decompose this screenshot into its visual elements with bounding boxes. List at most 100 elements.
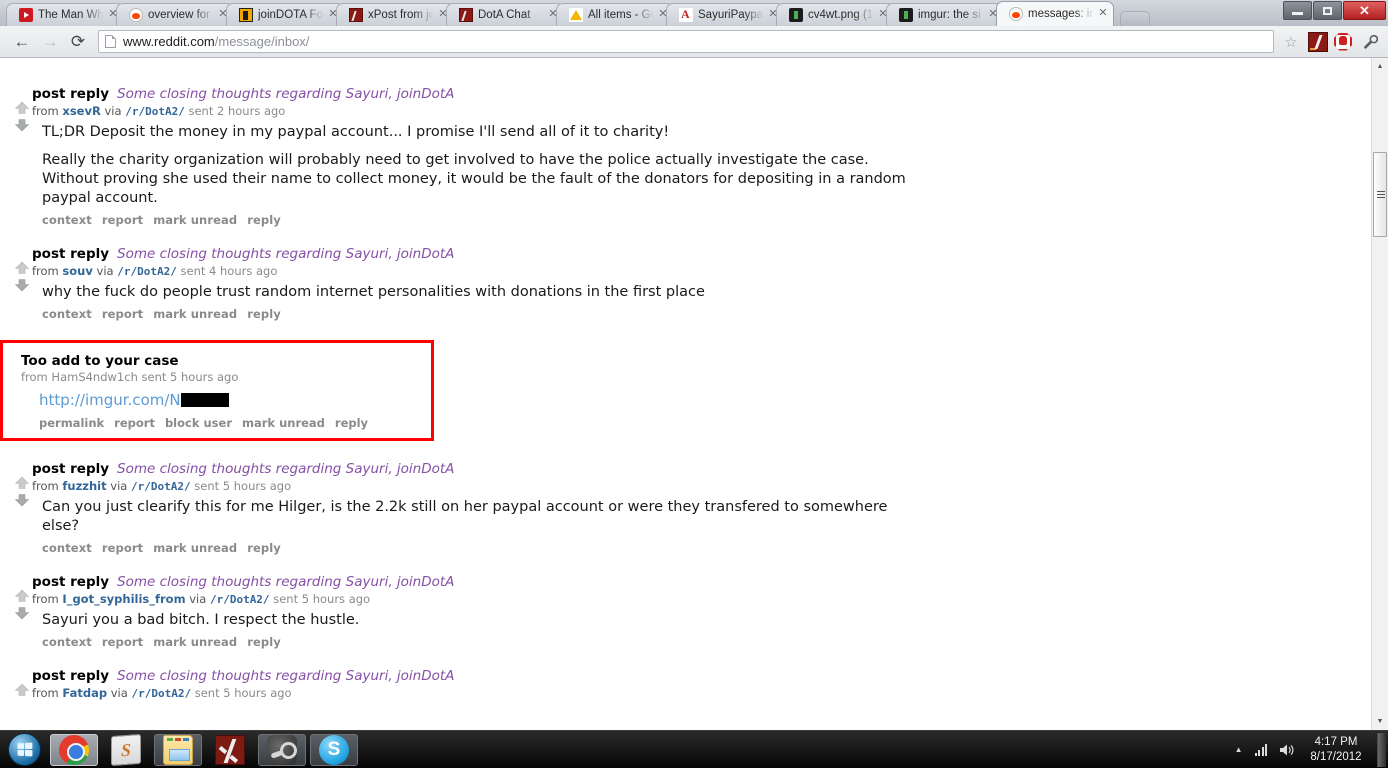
- action-link[interactable]: report: [102, 635, 143, 649]
- minimize-button[interactable]: [1283, 1, 1312, 20]
- browser-tab-2[interactable]: joinDOTA Fo✕: [226, 3, 344, 26]
- from-label: from: [32, 264, 59, 278]
- browser-tab-5[interactable]: All items - Go✕: [556, 3, 674, 26]
- dota-extension-icon[interactable]: [1308, 32, 1328, 52]
- scroll-up-icon[interactable]: ▲: [1372, 58, 1388, 75]
- action-link[interactable]: report: [102, 307, 143, 321]
- show-desktop-button[interactable]: [1377, 733, 1386, 767]
- via-label: via: [189, 592, 206, 606]
- author-link[interactable]: fuzzhit: [62, 479, 106, 493]
- action-link[interactable]: context: [42, 635, 92, 649]
- message-meta: from xsevR via /r/DotA2/ sent 2 hours ag…: [14, 103, 1340, 120]
- tab-close-icon[interactable]: ✕: [1097, 8, 1109, 20]
- action-link[interactable]: mark unread: [153, 541, 237, 555]
- action-link[interactable]: mark unread: [153, 307, 237, 321]
- downvote-arrow-icon[interactable]: [14, 278, 30, 293]
- message-body: Can you just clearify this for me Hilger…: [14, 495, 914, 536]
- close-button[interactable]: ✕: [1343, 1, 1386, 20]
- reddit-inbox-list: post reply Some closing thoughts regardin…: [0, 58, 1340, 721]
- downvote-arrow-icon[interactable]: [14, 493, 30, 508]
- downvote-arrow-icon[interactable]: [14, 118, 30, 133]
- wrench-menu-icon[interactable]: [1360, 32, 1380, 52]
- message-subject-link[interactable]: Some closing thoughts regarding Sayuri, …: [117, 461, 454, 477]
- author-link[interactable]: souv: [62, 264, 92, 278]
- taskbar-item-skype[interactable]: S: [310, 734, 358, 766]
- browser-tab-8[interactable]: imgur: the si✕: [886, 3, 1004, 26]
- upvote-arrow-icon[interactable]: [14, 589, 30, 604]
- action-link[interactable]: context: [42, 213, 92, 227]
- action-link[interactable]: mark unread: [153, 213, 237, 227]
- upvote-arrow-icon[interactable]: [14, 101, 30, 116]
- message-subject-link[interactable]: Some closing thoughts regarding Sayuri, …: [117, 668, 454, 684]
- action-link[interactable]: reply: [247, 307, 281, 321]
- author-link[interactable]: Fatdap: [62, 686, 107, 700]
- action-link[interactable]: report: [114, 416, 155, 430]
- scroll-down-icon[interactable]: ▼: [1372, 713, 1388, 730]
- from-label: from: [32, 686, 59, 700]
- browser-tab-0[interactable]: The Man Wh✕: [6, 3, 124, 26]
- action-link[interactable]: report: [102, 541, 143, 555]
- page-scrollbar[interactable]: ▲ ▼: [1371, 58, 1388, 730]
- browser-tab-3[interactable]: xPost from jo✕: [336, 3, 454, 26]
- message-paragraph: Sayuri you a bad bitch. I respect the hu…: [42, 611, 914, 630]
- document-icon: [105, 35, 116, 48]
- tray-expand-icon[interactable]: ▲: [1235, 745, 1243, 754]
- clock[interactable]: 4:17 PM 8/17/2012: [1301, 735, 1375, 765]
- action-link[interactable]: reply: [247, 541, 281, 555]
- taskbar-item-dota-2[interactable]: [206, 734, 254, 766]
- message-subject-link[interactable]: Some closing thoughts regarding Sayuri, …: [117, 246, 454, 262]
- chrome-icon: [59, 735, 89, 765]
- author-link[interactable]: HamS4ndw1ch: [51, 370, 137, 384]
- reload-button[interactable]: ⟳: [64, 28, 92, 56]
- bookmark-star-icon[interactable]: ☆: [1280, 31, 1302, 53]
- action-link[interactable]: block user: [165, 416, 232, 430]
- action-link[interactable]: permalink: [39, 416, 104, 430]
- new-tab-button[interactable]: [1120, 11, 1150, 26]
- author-link[interactable]: I_got_syphilis_from: [62, 592, 185, 606]
- maximize-button[interactable]: [1313, 1, 1342, 20]
- subreddit-link[interactable]: /r/DotA2/: [117, 265, 177, 278]
- action-link[interactable]: reply: [247, 213, 281, 227]
- browser-tab-9[interactable]: messages: inl✕: [996, 1, 1114, 26]
- network-signal-icon[interactable]: [1255, 744, 1268, 756]
- sent-time: sent 5 hours ago: [273, 592, 370, 606]
- browser-tab-6[interactable]: SayuriPaypal.✕: [666, 3, 784, 26]
- action-link[interactable]: mark unread: [153, 635, 237, 649]
- message-subject-link[interactable]: Some closing thoughts regarding Sayuri, …: [117, 86, 454, 102]
- subreddit-link[interactable]: /r/DotA2/: [210, 593, 270, 606]
- action-link[interactable]: reply: [335, 416, 368, 430]
- forward-button[interactable]: →: [36, 28, 64, 56]
- message-entry: post reply Some closing thoughts regardin…: [14, 461, 1340, 555]
- browser-tab-7[interactable]: cv4wt.png (1✕: [776, 3, 894, 26]
- imgur-link[interactable]: http://imgur.com/N: [39, 391, 181, 409]
- action-link[interactable]: reply: [247, 635, 281, 649]
- upvote-arrow-icon[interactable]: [14, 683, 30, 698]
- upvote-arrow-icon[interactable]: [14, 261, 30, 276]
- subreddit-link[interactable]: /r/DotA2/: [131, 480, 191, 493]
- subreddit-link[interactable]: /r/DotA2/: [125, 105, 185, 118]
- action-link[interactable]: mark unread: [242, 416, 325, 430]
- action-link[interactable]: context: [42, 541, 92, 555]
- adblock-icon[interactable]: [1334, 32, 1354, 52]
- sent-time: sent 5 hours ago: [142, 370, 239, 384]
- message-kind: post reply: [32, 461, 109, 477]
- upvote-arrow-icon[interactable]: [14, 476, 30, 491]
- back-button[interactable]: ←: [8, 28, 36, 56]
- message-entry: post replySome closing thoughts regardin…: [14, 668, 1340, 702]
- message-subject-link[interactable]: Some closing thoughts regarding Sayuri, …: [117, 574, 454, 590]
- address-bar[interactable]: www.reddit.com/message/inbox/: [98, 30, 1274, 53]
- downvote-arrow-icon[interactable]: [14, 606, 30, 621]
- subreddit-link[interactable]: /r/DotA2/: [131, 687, 191, 700]
- start-button[interactable]: [2, 732, 46, 768]
- action-link[interactable]: context: [42, 307, 92, 321]
- author-link[interactable]: xsevR: [62, 104, 100, 118]
- taskbar-item-sublime-text[interactable]: S: [102, 734, 150, 766]
- scrollbar-thumb[interactable]: [1373, 152, 1387, 237]
- volume-icon[interactable]: [1279, 743, 1295, 757]
- browser-tab-1[interactable]: overview for✕: [116, 3, 234, 26]
- taskbar-item-windows-explorer[interactable]: [154, 734, 202, 766]
- action-link[interactable]: report: [102, 213, 143, 227]
- taskbar-item-chrome[interactable]: [50, 734, 98, 766]
- browser-tab-4[interactable]: DotA Chat✕: [446, 3, 564, 26]
- taskbar-item-steam[interactable]: [258, 734, 306, 766]
